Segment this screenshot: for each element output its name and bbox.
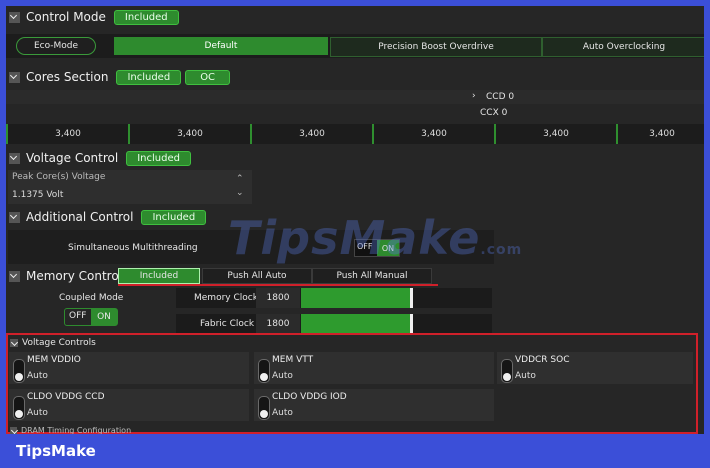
- footer-brand: TipsMake: [0, 434, 710, 468]
- voltage-controls-header[interactable]: Voltage Controls: [10, 338, 96, 348]
- voltage-control-header[interactable]: Voltage Control Included: [6, 147, 191, 169]
- voltage-included-badge: Included: [126, 150, 191, 166]
- mem-vddio-value: Auto: [27, 371, 48, 381]
- vertical-toggle[interactable]: [13, 359, 25, 383]
- mem-vtt-label: MEM VTT: [272, 355, 314, 365]
- dram-timing-title: DRAM Timing Configuration: [21, 426, 132, 434]
- ccd-row[interactable]: › CCD 0: [6, 90, 704, 104]
- fabric-clock-row: Fabric Clock 1800: [176, 314, 492, 334]
- coupled-mode-toggle[interactable]: OFF ON: [64, 308, 118, 326]
- additional-included-badge: Included: [141, 209, 207, 225]
- pbo-mode-button[interactable]: Precision Boost Overdrive: [330, 37, 542, 57]
- fabric-clock-label: Fabric Clock: [200, 319, 255, 329]
- core-frequency-row: 3,400 3,400 3,400 3,400 3,400 3,400: [6, 124, 704, 144]
- vertical-toggle[interactable]: [13, 396, 25, 420]
- cldo-vddg-iod-control[interactable]: CLDO VDDG IOD Auto: [254, 389, 494, 421]
- ccd-label: CCD 0: [486, 92, 515, 102]
- memory-clock-value[interactable]: 1800: [256, 288, 300, 308]
- chevron-down-icon[interactable]: [9, 11, 20, 23]
- cldo-vddg-iod-value: Auto: [272, 408, 293, 418]
- oc-badge: OC: [185, 69, 231, 85]
- fabric-clock-fill: [301, 314, 410, 334]
- core-frequency[interactable]: 3,400: [372, 124, 494, 144]
- peak-voltage-label: Peak Core(s) Voltage: [12, 172, 106, 182]
- coupled-off-label: OFF: [69, 311, 87, 321]
- cldo-vddg-ccd-value: Auto: [27, 408, 48, 418]
- voltage-control-title: Voltage Control: [26, 151, 119, 165]
- coupled-on-label: ON: [91, 309, 117, 325]
- cldo-vddg-ccd-control[interactable]: CLDO VDDG CCD Auto: [9, 389, 249, 421]
- vddcr-soc-control[interactable]: VDDCR SOC Auto: [497, 352, 693, 384]
- memory-clock-row: Memory Clock 1800: [176, 288, 492, 308]
- highlight-underline: [118, 284, 438, 286]
- chevron-down-icon[interactable]: [9, 71, 20, 83]
- chevron-down-icon[interactable]: [9, 152, 20, 164]
- voltage-controls-title: Voltage Controls: [22, 338, 96, 348]
- mem-vddio-label: MEM VDDIO: [27, 355, 81, 365]
- watermark-suffix: .com: [480, 242, 523, 258]
- chevron-right-icon[interactable]: ›: [472, 91, 476, 101]
- chevron-down-icon[interactable]: ⌄: [236, 188, 244, 198]
- control-mode-included-badge: Included: [113, 9, 179, 25]
- smt-label: Simultaneous Multithreading: [68, 243, 198, 253]
- control-mode-header[interactable]: Control Mode Included: [6, 6, 179, 28]
- memory-control-header[interactable]: Memory Control: [6, 265, 122, 287]
- slider-handle[interactable]: [410, 288, 413, 308]
- cores-section-title: Cores Section: [26, 70, 109, 84]
- push-all-auto-button[interactable]: Push All Auto: [202, 268, 312, 284]
- memory-clock-label: Memory Clock: [194, 293, 258, 303]
- memory-clock-slider[interactable]: [301, 288, 483, 308]
- vertical-toggle[interactable]: [258, 359, 270, 383]
- memory-clock-fill: [301, 288, 410, 308]
- ccx-row: CCX 0: [6, 106, 704, 120]
- vddcr-soc-value: Auto: [515, 371, 536, 381]
- chevron-down-icon[interactable]: [9, 270, 20, 282]
- default-mode-button[interactable]: Default: [114, 37, 328, 55]
- control-mode-options: Eco-Mode Default Precision Boost Overdri…: [6, 34, 704, 58]
- push-all-manual-button[interactable]: Push All Manual: [312, 268, 432, 284]
- chevron-up-icon[interactable]: ⌃: [236, 174, 244, 184]
- core-frequency[interactable]: 3,400: [6, 124, 128, 144]
- cldo-vddg-ccd-label: CLDO VDDG CCD: [27, 392, 105, 402]
- core-frequency[interactable]: 3,400: [250, 124, 372, 144]
- fabric-clock-value[interactable]: 1800: [256, 314, 300, 334]
- additional-control-title: Additional Control: [26, 210, 134, 224]
- ccx-label: CCX 0: [480, 108, 508, 118]
- chevron-down-icon[interactable]: [10, 427, 17, 434]
- watermark-text: TipsMake: [228, 211, 481, 265]
- eco-mode-button[interactable]: Eco-Mode: [16, 37, 96, 55]
- vertical-toggle[interactable]: [258, 396, 270, 420]
- cldo-vddg-iod-label: CLDO VDDG IOD: [272, 392, 347, 402]
- additional-control-header[interactable]: Additional Control Included: [6, 206, 207, 228]
- memory-control-title: Memory Control: [26, 269, 122, 283]
- cores-section-header[interactable]: Cores Section Included OC: [6, 66, 231, 88]
- auto-oc-button[interactable]: Auto Overclocking: [542, 37, 704, 57]
- peak-voltage-value: 1.1375 Volt: [12, 190, 64, 200]
- peak-voltage-field[interactable]: Peak Core(s) Voltage 1.1375 Volt ⌃ ⌄: [8, 170, 252, 204]
- coupled-mode-label: Coupled Mode: [59, 293, 124, 303]
- core-frequency[interactable]: 3,400: [616, 124, 704, 144]
- fabric-clock-slider[interactable]: [301, 314, 483, 334]
- mem-vddio-control[interactable]: MEM VDDIO Auto: [9, 352, 249, 384]
- core-frequency[interactable]: 3,400: [494, 124, 616, 144]
- mem-vtt-value: Auto: [272, 371, 293, 381]
- mem-vtt-control[interactable]: MEM VTT Auto: [254, 352, 494, 384]
- ryzen-master-panel: Control Mode Included Eco-Mode Default P…: [6, 6, 704, 434]
- vddcr-soc-label: VDDCR SOC: [515, 355, 570, 365]
- control-mode-title: Control Mode: [26, 10, 106, 24]
- chevron-down-icon[interactable]: [9, 211, 20, 223]
- watermark: TipsMake.com: [228, 211, 522, 265]
- slider-handle[interactable]: [410, 314, 413, 334]
- core-frequency[interactable]: 3,400: [128, 124, 250, 144]
- cores-included-badge: Included: [116, 69, 182, 85]
- dram-timing-header[interactable]: DRAM Timing Configuration: [10, 426, 131, 434]
- vertical-toggle[interactable]: [501, 359, 513, 383]
- chevron-down-icon[interactable]: [10, 339, 18, 347]
- memory-included-badge: Included: [118, 268, 200, 284]
